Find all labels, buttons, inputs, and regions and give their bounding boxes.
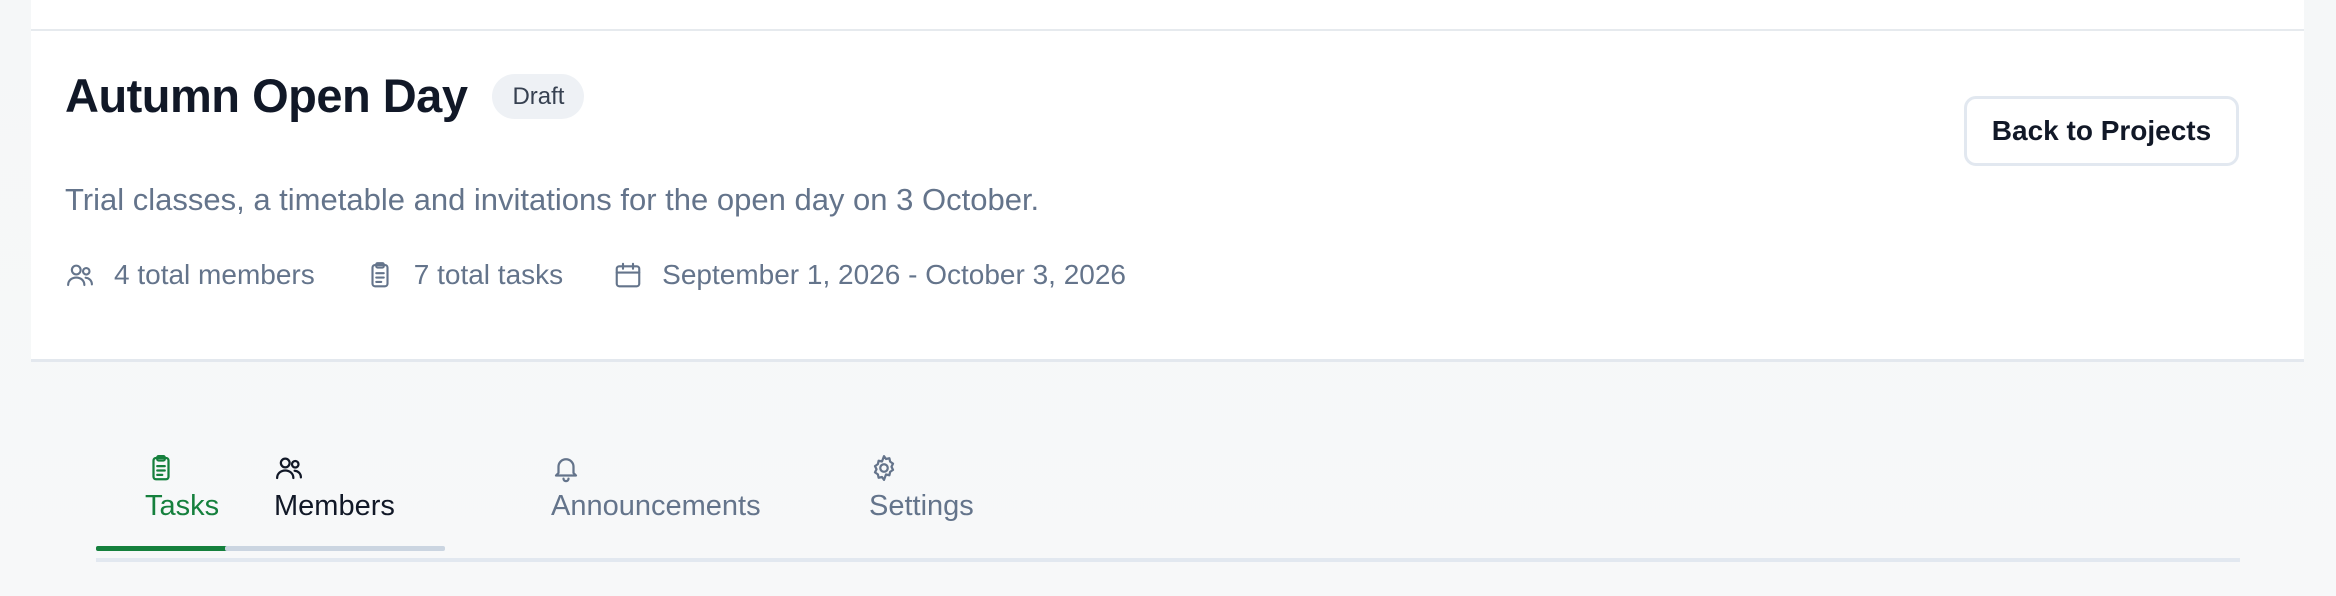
gear-icon: [869, 453, 899, 483]
tasks-count-text: 7 total tasks: [413, 259, 564, 290]
tasks-count: 7 total tasks: [365, 257, 563, 293]
date-range-text: September 1, 2026 - October 3, 2026: [662, 259, 1127, 290]
date-range: September 1, 2026 - October 3, 2026: [613, 257, 1126, 293]
calendar-icon: [613, 260, 643, 290]
tab-settings[interactable]: Settings: [869, 445, 1009, 557]
users-icon: [65, 260, 95, 290]
clipboard-icon: [365, 260, 395, 290]
tab-members-label: Members: [274, 490, 395, 522]
project-description: Trial classes, a timetable and invitatio…: [65, 182, 1040, 217]
back-to-projects-button[interactable]: Back to Projects: [1964, 96, 2239, 166]
project-page: Autumn Open Day Draft Trial classes, a t…: [0, 0, 2336, 596]
tab-announcements-label: Announcements: [551, 490, 761, 522]
users-icon: [274, 453, 304, 483]
tab-members-underline: [225, 546, 445, 551]
tab-members[interactable]: Members: [225, 445, 494, 557]
clipboard-icon: [146, 453, 176, 483]
members-count: 4 total members: [65, 257, 315, 293]
status-badge: Draft: [492, 73, 585, 119]
top-strip: [31, 0, 2304, 31]
members-count-text: 4 total members: [114, 259, 315, 290]
tab-tasks-label: Tasks: [145, 490, 220, 522]
tab-announcements[interactable]: Announcements: [551, 445, 791, 557]
title-row: Autumn Open Day Draft: [65, 68, 585, 124]
tabs-baseline: [96, 558, 2240, 562]
project-meta: 4 total members 7 total tasks September …: [65, 257, 1176, 293]
page-title: Autumn Open Day: [65, 69, 468, 122]
bell-icon: [551, 453, 581, 483]
project-tabs: Tasks Members Announcements Settings: [96, 445, 2240, 566]
tab-settings-label: Settings: [869, 490, 974, 522]
tab-tasks[interactable]: Tasks: [96, 445, 266, 557]
